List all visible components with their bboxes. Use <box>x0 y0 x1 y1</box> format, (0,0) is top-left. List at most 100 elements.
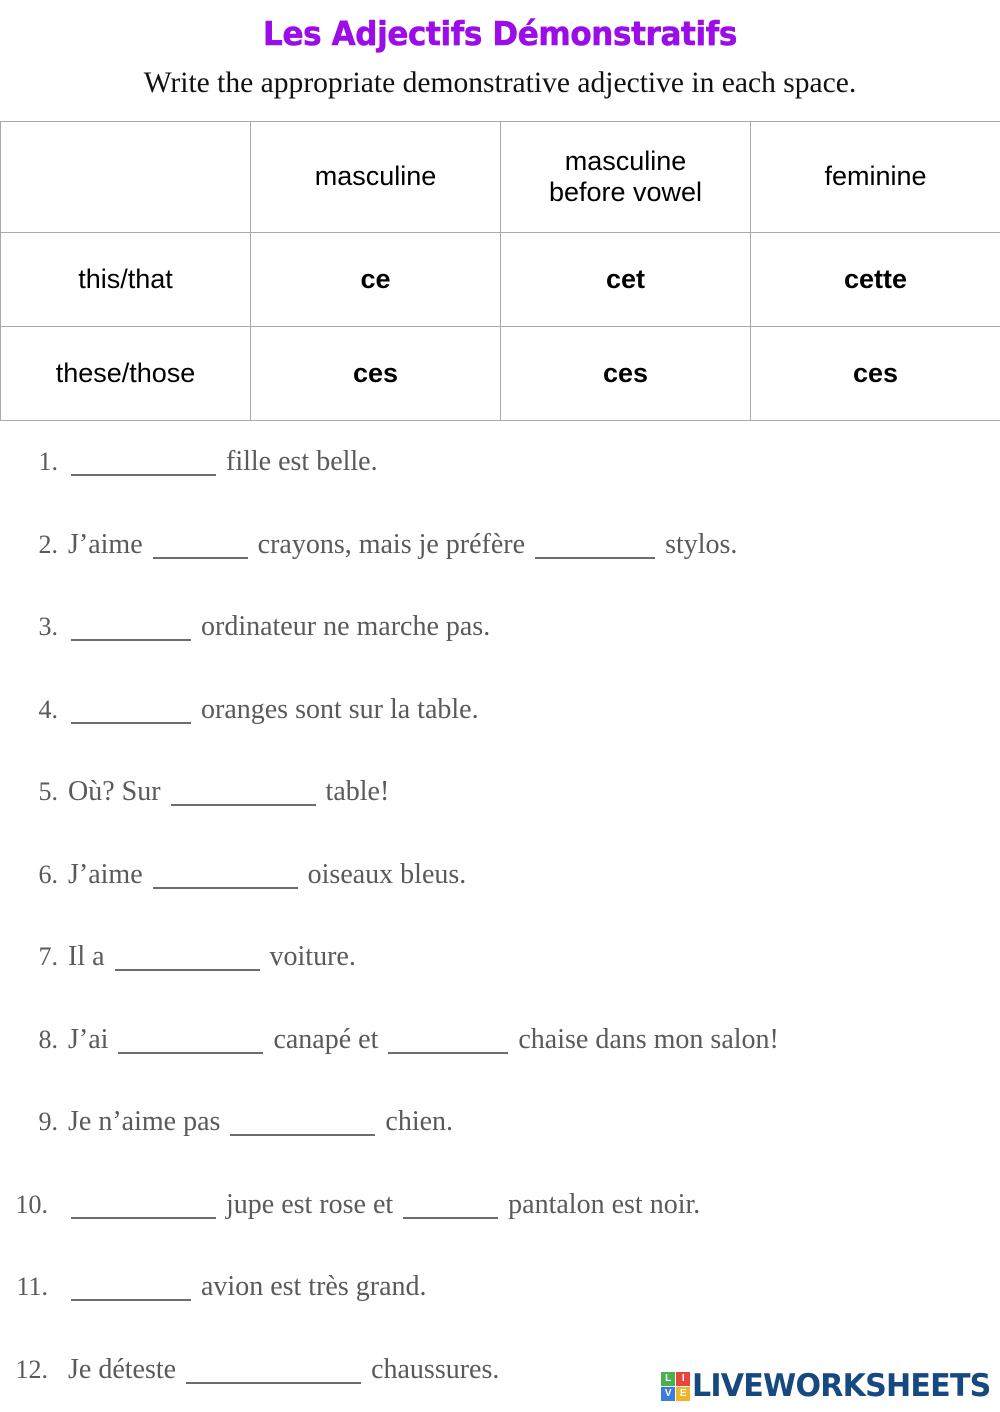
instruction-text: Write the appropriate demonstrative adje… <box>143 66 857 99</box>
list-item: 6. J’aime oiseaux bleus. <box>0 834 1000 917</box>
sentence-mid: chaussures. <box>364 1353 500 1385</box>
item-sentence: J’aime crayons, mais je préfère stylos. <box>68 504 737 587</box>
row-label-this-that: this/that <box>0 232 251 327</box>
sentence-post: pantalon est noir. <box>501 1188 701 1220</box>
sentence-post: chaise dans mon salon! <box>511 1023 779 1055</box>
table-header-feminine: feminine <box>750 121 1000 233</box>
item-number: 11. <box>16 1272 48 1301</box>
item-sentence: Je n’aime pas chien. <box>68 1081 453 1164</box>
sentence-mid: jupe est rose et <box>219 1188 401 1220</box>
item-number: 4. <box>38 694 59 724</box>
demonstrative-adjectives-table: masculine masculine before vowel feminin… <box>0 121 1000 421</box>
table-header-masculine-before-vowel: masculine before vowel <box>500 121 751 233</box>
table-header-row: masculine masculine before vowel feminin… <box>0 121 1000 233</box>
item-sentence: Il a voiture. <box>68 916 356 999</box>
sentence-pre: Je déteste <box>68 1353 184 1385</box>
list-item: 2. J’aime crayons, mais je préfère stylo… <box>0 504 1000 587</box>
answer-blank[interactable] <box>388 1022 509 1054</box>
item-number: 3. <box>38 612 59 641</box>
sentence-mid: avion est très grand. <box>194 1271 427 1302</box>
table-corner-cell <box>0 121 251 233</box>
cell-cette: cette <box>750 232 1000 327</box>
item-number: 10. <box>15 1189 49 1219</box>
answer-blank[interactable] <box>230 1104 376 1136</box>
sentence-pre: J’ai <box>68 1023 116 1055</box>
sentence-pre: J’aime <box>68 528 150 560</box>
sentence-mid: oiseaux bleus. <box>300 858 467 890</box>
answer-blank[interactable] <box>71 1187 216 1219</box>
logo-square-e: E <box>676 1386 691 1401</box>
cell-cet: cet <box>500 232 751 327</box>
answer-blank[interactable] <box>152 527 248 559</box>
answer-blank[interactable] <box>114 939 260 971</box>
liveworksheets-logo[interactable]: L I V E LIVEWORKSHEETS <box>661 1366 1000 1406</box>
answer-blank[interactable] <box>186 1352 362 1384</box>
answer-blank[interactable] <box>152 857 298 889</box>
liveworksheets-wordmark: LIVEWORKSHEETS <box>692 1367 991 1404</box>
sentence-mid: chien. <box>378 1106 454 1137</box>
item-sentence: J’aime oiseaux bleus. <box>68 834 466 917</box>
list-item: 11. avion est très grand. <box>0 1246 1000 1329</box>
answer-blank[interactable] <box>71 1269 191 1301</box>
row-label-these-those: these/those <box>0 326 251 421</box>
item-number: 5. <box>38 777 59 806</box>
sentence-mid: crayons, mais je préfère <box>250 528 533 560</box>
item-number: 8. <box>38 1024 59 1054</box>
answer-blank[interactable] <box>71 692 191 724</box>
liveworksheets-logo-icon: L I V E <box>661 1371 691 1401</box>
sentence-pre: Où? Sur <box>68 776 168 807</box>
cell-ces-feminine: ces <box>750 326 1000 421</box>
list-item: 1. fille est belle. <box>0 421 1000 504</box>
list-item: 9. Je n’aime pas chien. <box>0 1081 1000 1164</box>
item-number: 12. <box>15 1354 49 1384</box>
logo-square-i: I <box>676 1371 691 1386</box>
list-item: 4. oranges sont sur la table. <box>0 669 1000 752</box>
item-sentence: J’ai canapé et chaise dans mon salon! <box>68 999 779 1082</box>
sentence-mid: canapé et <box>266 1023 386 1055</box>
reference-table-container: masculine masculine before vowel feminin… <box>0 121 1000 421</box>
sentence-pre: Je n’aime pas <box>68 1106 228 1137</box>
item-number: 7. <box>38 942 59 971</box>
answer-blank[interactable] <box>170 774 316 806</box>
answer-blank[interactable] <box>118 1022 264 1054</box>
sentence-post: stylos. <box>658 528 738 560</box>
item-sentence: avion est très grand. <box>68 1246 427 1329</box>
page-title: Les Adjectifs Démonstratifs <box>263 14 738 53</box>
item-sentence: fille est belle. <box>68 421 378 504</box>
table-row: these/those ces ces ces <box>0 326 1000 421</box>
sentence-mid: ordinateur ne marche pas. <box>194 611 491 642</box>
item-number: 9. <box>38 1107 59 1136</box>
exercise-list: 1. fille est belle. 2. J’aime crayons, m… <box>0 421 1000 1411</box>
answer-blank[interactable] <box>71 609 191 641</box>
list-item: 10. jupe est rose et pantalon est noir. <box>0 1164 1000 1247</box>
cell-ces-masculine: ces <box>250 326 501 421</box>
item-sentence: oranges sont sur la table. <box>68 669 479 752</box>
sentence-mid: oranges sont sur la table. <box>194 693 479 725</box>
logo-square-l: L <box>661 1371 676 1386</box>
item-sentence: Où? Sur table! <box>68 751 389 834</box>
sentence-mid: fille est belle. <box>219 446 378 477</box>
cell-ce: ce <box>250 232 501 327</box>
list-item: 5. Où? Sur table! <box>0 751 1000 834</box>
item-sentence: Je déteste chaussures. <box>68 1329 499 1412</box>
item-number: 1. <box>38 447 59 476</box>
logo-square-v: V <box>661 1386 676 1401</box>
cell-ces-masculine-vowel: ces <box>500 326 751 421</box>
header-line-2: before vowel <box>548 177 703 207</box>
item-sentence: ordinateur ne marche pas. <box>68 586 490 669</box>
answer-blank[interactable] <box>403 1187 499 1219</box>
sentence-pre: Il a <box>68 941 112 972</box>
sentence-mid: table! <box>318 776 390 807</box>
item-number: 6. <box>38 859 59 889</box>
item-number: 2. <box>38 529 59 559</box>
list-item: 3. ordinateur ne marche pas. <box>0 586 1000 669</box>
answer-blank[interactable] <box>71 444 216 476</box>
answer-blank[interactable] <box>535 527 656 559</box>
table-header-masculine: masculine <box>250 121 501 233</box>
header-line-1: masculine <box>564 145 687 176</box>
item-sentence: jupe est rose et pantalon est noir. <box>68 1164 700 1247</box>
list-item: 8. J’ai canapé et chaise dans mon salon! <box>0 999 1000 1082</box>
table-row: this/that ce cet cette <box>0 232 1000 327</box>
sentence-mid: voiture. <box>262 941 356 972</box>
sentence-pre: J’aime <box>68 858 150 890</box>
